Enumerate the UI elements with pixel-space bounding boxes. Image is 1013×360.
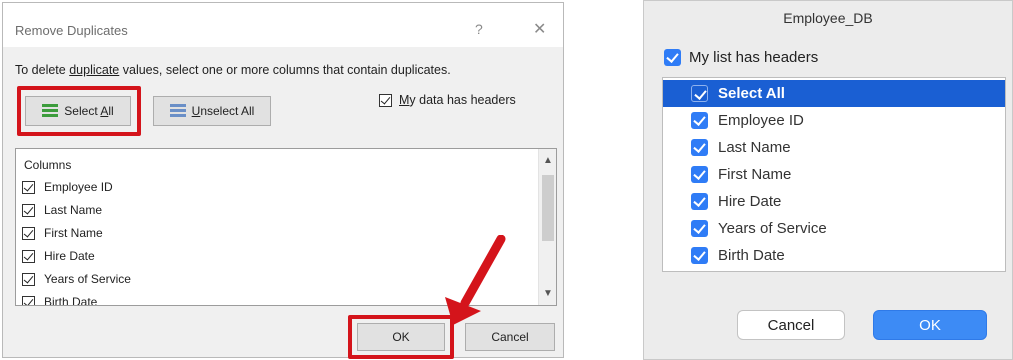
column-label: Employee ID: [44, 180, 113, 194]
list-item-last-name[interactable]: Last Name: [663, 134, 1005, 161]
list-item-years-of-service[interactable]: Years of Service: [663, 215, 1005, 242]
checkbox-checked-icon: [691, 139, 708, 156]
column-label: First Name: [44, 226, 103, 240]
list-item-label: Last Name: [718, 139, 791, 156]
checkbox-checked-icon: [22, 226, 35, 240]
list-item-label: Employee ID: [718, 112, 804, 129]
dialog-title: Employee_DB: [783, 10, 873, 26]
remove-duplicates-dialog: Remove Duplicates ? ✕ To delete duplicat…: [2, 2, 564, 359]
columns-header: Columns: [24, 158, 72, 172]
checkbox-checked-icon: [691, 193, 708, 210]
close-icon[interactable]: ✕: [533, 19, 546, 39]
scroll-down-icon[interactable]: ▼: [543, 288, 553, 299]
red-arrow-icon: [445, 235, 506, 325]
ok-button[interactable]: OK: [873, 310, 987, 340]
checkbox-checked-icon: [22, 203, 35, 217]
scroll-thumb[interactable]: [542, 175, 554, 241]
unselect-all-button[interactable]: Unselect All: [153, 96, 271, 126]
unselect-all-label: Unselect All: [191, 104, 255, 118]
instructions-text: To delete duplicate values, select one o…: [15, 63, 451, 77]
list-icon: [169, 104, 186, 118]
my-list-has-headers-checkbox[interactable]: My list has headers: [664, 49, 818, 66]
list-item-label: Hire Date: [718, 193, 782, 210]
checkbox-checked-icon: [664, 49, 681, 66]
checkbox-checked-icon: [22, 249, 35, 263]
checkbox-checked-icon: [22, 272, 35, 286]
columns-list[interactable]: Select All Employee ID Last Name First N…: [662, 77, 1006, 272]
scroll-up-icon[interactable]: ▲: [543, 155, 553, 166]
dialog-titlebar: Remove Duplicates ? ✕: [3, 3, 563, 47]
ok-highlight: [348, 315, 454, 359]
dialog-title: Remove Duplicates: [15, 23, 128, 38]
checkbox-checked-icon: [379, 93, 392, 107]
checkbox-checked-icon: [691, 220, 708, 237]
my-list-has-headers-label: My list has headers: [689, 49, 819, 66]
checkbox-checked-icon: [691, 112, 708, 129]
column-item-first-name[interactable]: First Name: [22, 226, 103, 240]
column-label: Years of Service: [44, 272, 131, 286]
columns-scrollbar[interactable]: ▲ ▼: [538, 149, 556, 305]
my-data-has-headers-label: My data has headers: [399, 93, 516, 107]
list-item-select-all[interactable]: Select All: [663, 80, 1005, 107]
checkbox-checked-icon: [22, 295, 35, 305]
column-item-hire-date[interactable]: Hire Date: [22, 249, 95, 263]
list-item-employee-id[interactable]: Employee ID: [663, 107, 1005, 134]
cancel-button[interactable]: Cancel: [737, 310, 845, 340]
column-label: Hire Date: [44, 249, 95, 263]
list-item-label: First Name: [718, 166, 792, 183]
column-item-last-name[interactable]: Last Name: [22, 203, 102, 217]
checkbox-checked-icon: [22, 180, 35, 194]
list-item-label: Birth Date: [718, 247, 785, 264]
checkbox-checked-icon: [691, 247, 708, 264]
list-item-hire-date[interactable]: Hire Date: [663, 188, 1005, 215]
column-item-birth-date[interactable]: Birth Date: [22, 295, 98, 306]
list-item-first-name[interactable]: First Name: [663, 161, 1005, 188]
column-item-years-of-service[interactable]: Years of Service: [22, 272, 131, 286]
list-item-birth-date[interactable]: Birth Date: [663, 242, 1005, 269]
checkbox-checked-icon: [691, 85, 708, 102]
column-label: Last Name: [44, 203, 103, 217]
help-icon[interactable]: ?: [475, 21, 483, 37]
employee-db-dialog: Employee_DB My list has headers Select A…: [643, 0, 1013, 360]
list-item-label: Years of Service: [718, 220, 827, 237]
select-all-highlight: [17, 86, 141, 136]
column-item-employee-id[interactable]: Employee ID: [22, 180, 113, 194]
list-item-label: Select All: [718, 85, 785, 102]
checkbox-checked-icon: [691, 166, 708, 183]
cancel-button[interactable]: Cancel: [465, 323, 555, 351]
column-label: Birth Date: [44, 295, 98, 306]
my-data-has-headers-checkbox[interactable]: My data has headers: [379, 93, 516, 107]
